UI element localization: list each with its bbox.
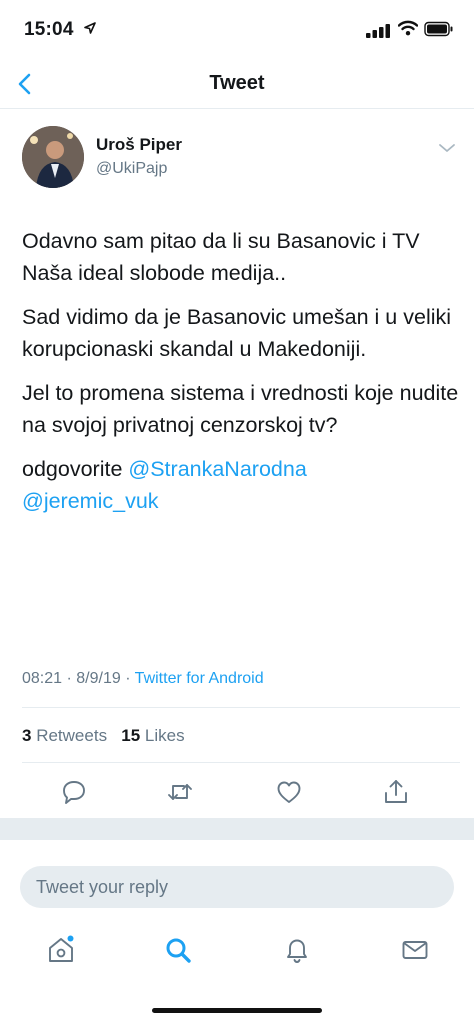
messages-icon[interactable] [400,935,430,965]
retweets-label: Retweets [36,726,108,745]
likes-label: Likes [144,726,185,745]
tweet-text: Odavno sam pitao da li su Basanovic i TV… [22,225,462,529]
avatar[interactable] [22,126,84,188]
likes-count: 15 [121,726,141,745]
tweet-paragraph-4: odgovorite @StrankaNarodna @jeremic_vuk [22,453,462,517]
share-icon[interactable] [382,778,410,806]
tweet-meta: 08:21 · 8/9/19 · Twitter for Android [22,670,264,688]
tweet-paragraph-2: Sad vidimo da je Basanovic umešan i u ve… [22,305,452,361]
mention-link-stranka-narodna[interactable]: @StrankaNarodna [128,457,306,481]
reply-icon[interactable] [60,778,88,806]
divider [22,762,460,763]
page-title: Tweet [209,72,265,94]
battery-icon [424,21,453,37]
status-time: 15:04 [24,19,74,40]
tweet-reply-prefix: odgovorite [22,457,129,481]
reply-input[interactable]: Tweet your reply [20,866,454,908]
nav-bar: Tweet [0,60,474,109]
signal-icon [366,24,390,38]
retweets-stat[interactable]: 3 Retweets [22,726,107,745]
caret-down-icon[interactable] [438,142,456,154]
notifications-icon[interactable] [282,935,312,965]
location-arrow-icon [84,22,96,34]
mention-link-jeremic-vuk[interactable]: @jeremic_vuk [22,489,159,513]
retweets-count: 3 [22,726,32,745]
section-separator [0,818,474,840]
wifi-icon [398,20,418,36]
home-indicator [152,1008,322,1013]
author-handle[interactable]: @UkiPajp [96,160,167,178]
likes-stat[interactable]: 15 Likes [121,726,184,745]
retweet-icon[interactable] [166,778,194,806]
author-name[interactable]: Uroš Piper [96,135,182,155]
status-bar: 15:04 [0,0,474,60]
divider [22,707,460,708]
tweet-timestamp: 08:21 · 8/9/19 · [22,670,135,687]
tweet-source-link[interactable]: Twitter for Android [135,670,264,687]
home-icon[interactable] [46,935,76,965]
search-icon[interactable] [163,935,193,965]
tweet-paragraph-3: Jel to promena sistema i vrednosti koje … [22,381,459,437]
tweet-stats: 3 Retweets 15 Likes [22,726,185,746]
tweet-paragraph-1: Odavno sam pitao da li su Basanovic i TV… [22,229,420,285]
like-icon[interactable] [275,778,303,806]
reply-placeholder: Tweet your reply [36,877,169,897]
